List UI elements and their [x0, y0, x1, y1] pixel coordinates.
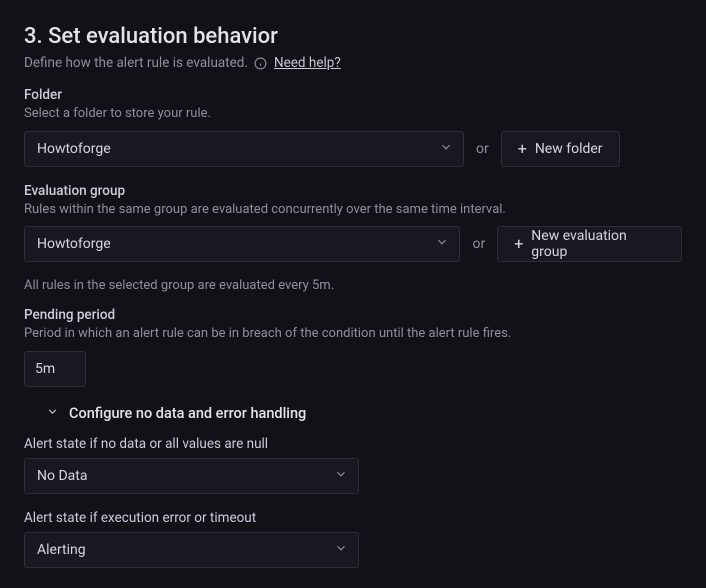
section-subtitle-row: Define how the alert rule is evaluated. … [24, 55, 682, 71]
pending-value: 5m [35, 361, 55, 377]
need-help-link[interactable]: Need help? [274, 55, 341, 71]
new-folder-button[interactable]: + New folder [501, 131, 620, 167]
group-select-value: Howtoforge [37, 236, 111, 252]
or-text: or [472, 236, 485, 252]
new-folder-label: New folder [535, 141, 603, 157]
plus-icon: + [518, 141, 527, 157]
section-title: 3. Set evaluation behavior [24, 24, 682, 49]
configure-no-data-toggle[interactable]: Configure no data and error handling [46, 405, 682, 422]
folder-select[interactable]: Howtoforge [24, 131, 464, 167]
error-state-label: Alert state if execution error or timeou… [24, 510, 682, 526]
no-data-select-value: No Data [37, 468, 87, 484]
pending-description: Period in which an alert rule can be in … [24, 325, 524, 343]
chevron-down-icon [439, 140, 453, 158]
no-data-field: Alert state if no data or all values are… [24, 436, 682, 494]
chevron-down-icon [46, 405, 59, 422]
folder-field: Folder Select a folder to store your rul… [24, 87, 682, 167]
configure-section-label: Configure no data and error handling [69, 405, 306, 422]
section-subtitle: Define how the alert rule is evaluated. [24, 55, 248, 71]
chevron-down-icon [435, 235, 449, 253]
pending-period-field: Pending period Period in which an alert … [24, 307, 682, 387]
chevron-down-icon [334, 541, 348, 559]
folder-label: Folder [24, 87, 682, 103]
new-group-label: New evaluation group [531, 228, 665, 260]
evaluation-group-field: Evaluation group Rules within the same g… [24, 183, 682, 263]
group-select[interactable]: Howtoforge [24, 226, 460, 262]
group-description: Rules within the same group are evaluate… [24, 201, 524, 219]
error-state-field: Alert state if execution error or timeou… [24, 510, 682, 568]
error-state-select-value: Alerting [37, 542, 86, 558]
chevron-down-icon [334, 467, 348, 485]
info-icon [254, 56, 268, 70]
pending-label: Pending period [24, 307, 682, 323]
folder-select-value: Howtoforge [37, 141, 111, 157]
folder-description: Select a folder to store your rule. [24, 105, 524, 123]
or-text: or [476, 141, 489, 157]
no-data-select[interactable]: No Data [24, 458, 359, 494]
pending-period-input[interactable]: 5m [24, 351, 86, 387]
error-state-select[interactable]: Alerting [24, 532, 359, 568]
plus-icon: + [514, 236, 523, 252]
no-data-label: Alert state if no data or all values are… [24, 436, 682, 452]
group-label: Evaluation group [24, 183, 682, 199]
interval-note: All rules in the selected group are eval… [24, 278, 682, 293]
new-group-button[interactable]: + New evaluation group [497, 226, 682, 262]
